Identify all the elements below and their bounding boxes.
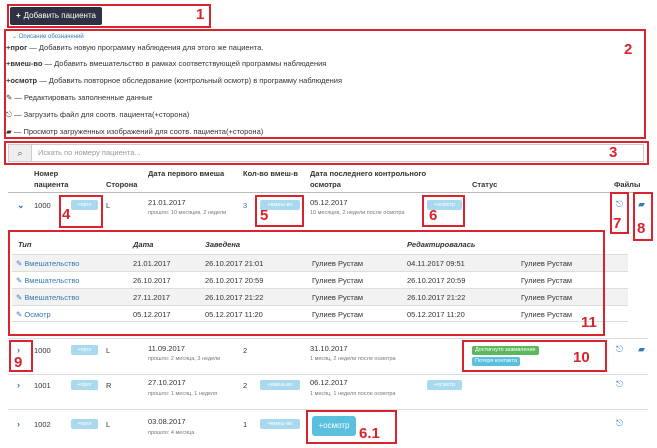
paperclip-icon[interactable]: ⎋ bbox=[616, 379, 623, 390]
add-checkup-button[interactable]: +осмотр bbox=[427, 380, 462, 390]
annotation-number: 8 bbox=[637, 220, 646, 237]
add-program-button[interactable]: +прог bbox=[71, 380, 98, 390]
intervention-count: 2 bbox=[243, 346, 248, 355]
first-intervention-ago: прошло: 1 месяц, 1 неделя bbox=[148, 391, 218, 397]
annotation-number: 6 bbox=[429, 207, 438, 224]
annotation-box-6-1 bbox=[306, 410, 397, 444]
side: L bbox=[106, 346, 111, 355]
annotation-box-3 bbox=[4, 141, 649, 165]
side: L bbox=[106, 201, 111, 210]
expand-row-button[interactable]: › bbox=[17, 419, 20, 429]
patient-number: 1000 bbox=[34, 346, 51, 355]
annotation-number: 7 bbox=[613, 215, 622, 232]
header-patient-number: Номер пациента bbox=[34, 169, 69, 189]
first-intervention-date: 03.08.2017 bbox=[148, 417, 186, 426]
annotation-number: 1 bbox=[196, 6, 205, 23]
annotation-number: 6.1 bbox=[359, 425, 380, 442]
paperclip-icon[interactable]: ⎋ bbox=[616, 344, 623, 355]
header-files: Файлы bbox=[614, 180, 641, 189]
add-intervention-button[interactable]: +вмеш-во bbox=[260, 380, 300, 390]
header-status: Статус bbox=[472, 180, 498, 189]
header-intervention-count: Кол-во вмеш-в bbox=[243, 169, 299, 178]
header-last-checkup: Дата последнего контрольного осмотра bbox=[310, 169, 427, 189]
patient-number: 1002 bbox=[34, 420, 51, 429]
last-checkup-ago: 10 месяцев, 2 недели после осмотра bbox=[310, 210, 405, 216]
patient-number: 1001 bbox=[34, 381, 51, 390]
annotation-number: 4 bbox=[62, 206, 71, 223]
annotation-number: 3 bbox=[609, 144, 618, 161]
first-intervention-date: 21.01.2017 bbox=[148, 198, 186, 207]
intervention-count: 2 bbox=[243, 381, 248, 390]
header-first-date: Дата первого вмеша bbox=[148, 169, 225, 178]
collapse-row-button[interactable]: ⌄ bbox=[17, 200, 25, 211]
annotation-number: 2 bbox=[624, 41, 633, 58]
side: R bbox=[106, 381, 112, 390]
intervention-count[interactable]: 3 bbox=[243, 201, 247, 210]
last-checkup-date: 05.12.2017 bbox=[310, 198, 348, 207]
annotation-number: 11 bbox=[581, 314, 597, 331]
first-intervention-ago: прошло: 2 месяца, 3 недели bbox=[148, 356, 221, 362]
last-checkup-ago: 1 месяц, 1 неделя после осмотра bbox=[310, 391, 396, 397]
add-program-button[interactable]: +прог bbox=[71, 345, 98, 355]
annotation-number: 5 bbox=[260, 207, 269, 224]
add-intervention-button[interactable]: +вмеш-во bbox=[260, 419, 300, 429]
paperclip-icon[interactable]: ⎋ bbox=[616, 418, 623, 429]
first-intervention-ago: прошло: 10 месяцев, 2 недели bbox=[148, 210, 227, 216]
annotation-box-1 bbox=[7, 4, 211, 28]
header-side: Сторона bbox=[106, 180, 138, 189]
add-program-button[interactable]: +прог bbox=[71, 419, 98, 429]
intervention-count: 1 bbox=[243, 420, 248, 429]
annotation-number: 9 bbox=[14, 354, 23, 371]
last-checkup-date: 31.10.2017 bbox=[310, 344, 348, 353]
first-intervention-date: 11.09.2017 bbox=[148, 344, 185, 353]
annotation-box-11 bbox=[8, 230, 605, 336]
folder-open-icon[interactable]: ▰ bbox=[638, 344, 645, 355]
first-intervention-ago: прошло: 4 месяца bbox=[148, 430, 195, 436]
annotation-box-2 bbox=[4, 29, 646, 139]
last-checkup-ago: 1 месяц, 2 недели после осмотра bbox=[310, 356, 396, 362]
expand-row-button[interactable]: › bbox=[17, 380, 20, 390]
first-intervention-date: 27.10.2017 bbox=[148, 378, 186, 387]
side: L bbox=[106, 420, 111, 429]
patient-number: 1000 bbox=[34, 201, 51, 210]
annotation-number: 10 bbox=[573, 349, 590, 366]
last-checkup-date: 06.12.2017 bbox=[310, 378, 348, 387]
